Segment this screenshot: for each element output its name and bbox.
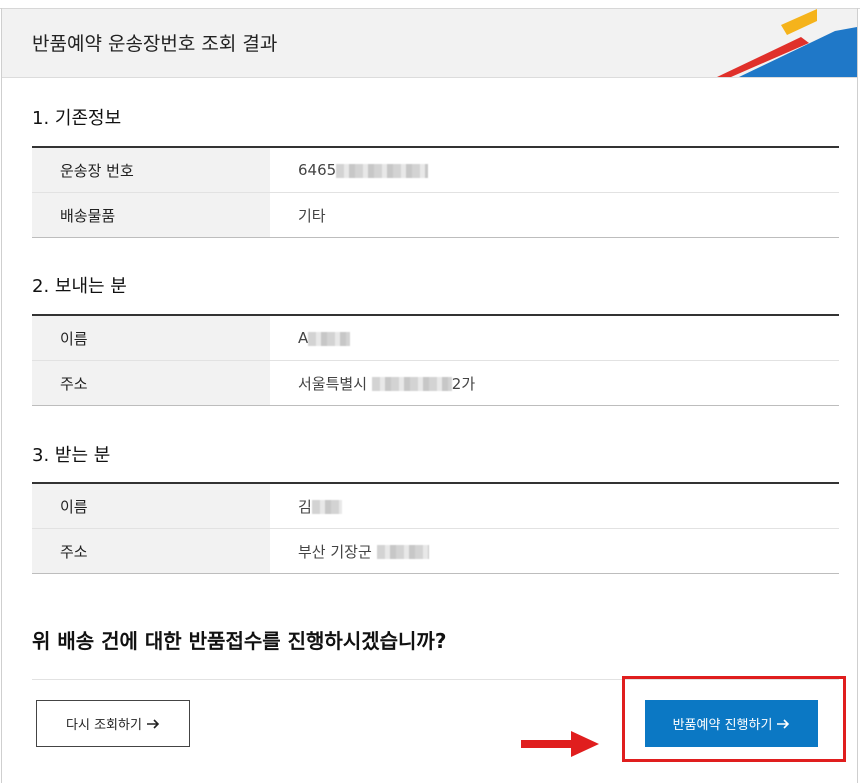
sender-name-label: 이름 — [32, 315, 270, 361]
tracking-number-label: 운송장 번호 — [32, 147, 270, 193]
sender-address-label: 주소 — [32, 360, 270, 406]
page-title: 반품예약 운송장번호 조회 결과 — [32, 33, 278, 55]
browser-top-strip — [0, 0, 860, 9]
recipient-address-value: 부산 기장군 — [270, 528, 839, 574]
redacted-blur — [311, 500, 342, 514]
sender-address-suffix: 2가 — [451, 374, 476, 393]
arrow-right-icon — [777, 718, 790, 729]
frame-border-right — [857, 8, 858, 783]
table-row: 주소 서울특별시 2가 — [32, 360, 839, 406]
sender-address-value: 서울특별시 2가 — [270, 360, 839, 406]
tracking-number-value: 6465 — [270, 147, 839, 193]
red-pointer-arrow-icon — [521, 731, 599, 757]
proceed-return-label: 반품예약 진행하기 — [672, 718, 773, 733]
retry-lookup-button[interactable]: 다시 조회하기 — [36, 700, 190, 747]
section-title-recipient: 3. 받는 분 — [32, 445, 111, 466]
redacted-blur — [376, 545, 429, 559]
sender-info-table: 이름 A 주소 서울특별시 2가 — [32, 314, 839, 406]
table-row: 운송장 번호 6465 — [32, 147, 839, 193]
sender-name-value: A — [270, 315, 839, 361]
corner-stripes-logo — [717, 9, 857, 77]
item-label: 배송물품 — [32, 192, 270, 238]
table-row: 주소 부산 기장군 — [32, 528, 839, 574]
recipient-name-label: 이름 — [32, 483, 270, 529]
sender-address-text: 서울특별시 — [298, 374, 372, 393]
frame-border-left — [1, 8, 2, 783]
redacted-blur — [308, 331, 351, 346]
table-row: 이름 김 — [32, 483, 839, 529]
original-info-table: 운송장 번호 6465 배송물품 기타 — [32, 146, 839, 238]
item-value: 기타 — [270, 192, 839, 238]
table-row: 배송물품 기타 — [32, 192, 839, 238]
section-title-sender: 2. 보내는 분 — [32, 276, 127, 297]
confirm-question: 위 배송 건에 대한 반품접수를 진행하시겠습니까? — [32, 629, 447, 653]
recipient-name-text: 김 — [298, 497, 312, 516]
recipient-address-label: 주소 — [32, 528, 270, 574]
popup-header: 반품예약 운송장번호 조회 결과 — [2, 9, 857, 78]
arrow-right-icon — [146, 718, 160, 729]
retry-lookup-label: 다시 조회하기 — [66, 718, 142, 733]
tracking-number-text: 6465 — [298, 161, 337, 179]
recipient-name-value: 김 — [270, 483, 839, 529]
sender-name-text: A — [298, 329, 309, 347]
recipient-info-table: 이름 김 주소 부산 기장군 — [32, 482, 839, 574]
redacted-blur — [336, 163, 429, 178]
table-row: 이름 A — [32, 315, 839, 361]
section-title-original-info: 1. 기존정보 — [32, 108, 122, 129]
proceed-return-button[interactable]: 반품예약 진행하기 — [645, 700, 818, 747]
recipient-address-text: 부산 기장군 — [298, 542, 377, 561]
redacted-blur — [371, 377, 452, 391]
